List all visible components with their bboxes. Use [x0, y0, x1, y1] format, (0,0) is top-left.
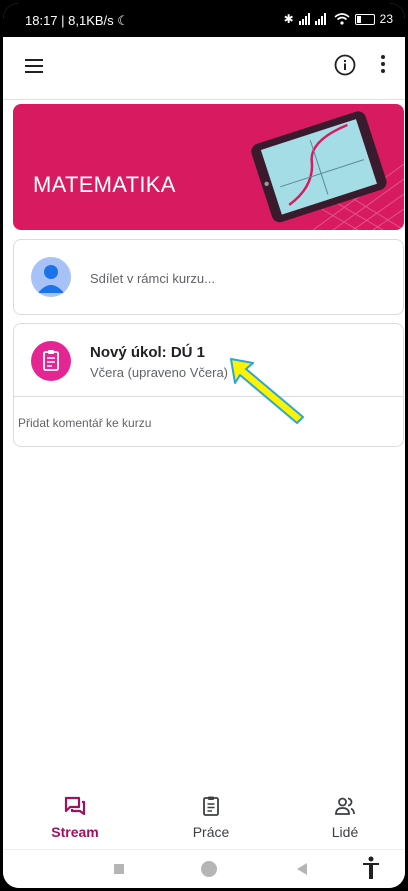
- post-title[interactable]: Nový úkol: DÚ 1: [90, 344, 205, 361]
- classwork-icon: [203, 796, 219, 816]
- post-divider: [14, 396, 403, 397]
- banner-illustration: [251, 111, 404, 230]
- nav-classwork[interactable]: Práce: [171, 793, 251, 845]
- system-navigation-bar: [3, 849, 405, 888]
- info-icon[interactable]: [334, 54, 356, 76]
- accessibility-icon[interactable]: [362, 856, 380, 880]
- bluetooth-icon: ✱: [283, 12, 294, 26]
- assignment-icon[interactable]: [31, 341, 71, 381]
- avatar-icon: [31, 257, 71, 297]
- nav-classwork-label: Práce: [192, 824, 230, 840]
- status-bar: 18:17 | 8,1KB/s ☾ ✱ 23: [3, 3, 405, 37]
- share-input[interactable]: Sdílet v rámci kurzu...: [90, 271, 215, 286]
- course-banner: MATEMATIKA: [13, 104, 404, 230]
- comment-input[interactable]: Přidat komentář ke kurzu: [18, 416, 151, 430]
- wifi-icon: [334, 13, 350, 25]
- phone-screen: 18:17 | 8,1KB/s ☾ ✱ 23 MATEMATIKA Sdílet…: [3, 3, 405, 888]
- status-icons: ✱ 23: [284, 12, 393, 26]
- more-vert-icon[interactable]: [380, 55, 386, 75]
- course-title: MATEMATIKA: [33, 172, 176, 197]
- recents-icon[interactable]: [114, 864, 124, 874]
- announcement-card: Nový úkol: DÚ 1 Včera (upraveno Včera) P…: [13, 323, 404, 447]
- share-card[interactable]: Sdílet v rámci kurzu...: [13, 239, 404, 315]
- app-bar: [3, 37, 405, 97]
- stream-icon: [64, 796, 86, 816]
- nav-stream-label: Stream: [51, 824, 99, 840]
- people-icon: [335, 797, 355, 815]
- nav-people[interactable]: Lidé: [305, 793, 385, 845]
- battery-icon: [354, 13, 375, 25]
- highlight-arrow-icon: [230, 358, 304, 424]
- nav-people-label: Lidé: [331, 824, 359, 840]
- status-time-speed: 18:17 | 8,1KB/s ☾: [25, 13, 129, 28]
- home-icon[interactable]: [201, 861, 217, 877]
- menu-icon[interactable]: [25, 59, 43, 73]
- back-icon[interactable]: [296, 863, 308, 875]
- signal-icon: [298, 13, 326, 25]
- moon-icon: ☾: [117, 13, 129, 28]
- bottom-navigation: Stream Práce Lidé: [3, 791, 405, 847]
- app-bar-divider: [3, 99, 405, 100]
- post-timestamp: Včera (upraveno Včera): [90, 365, 229, 380]
- battery-level: 23: [379, 12, 393, 26]
- nav-stream[interactable]: Stream: [35, 793, 115, 845]
